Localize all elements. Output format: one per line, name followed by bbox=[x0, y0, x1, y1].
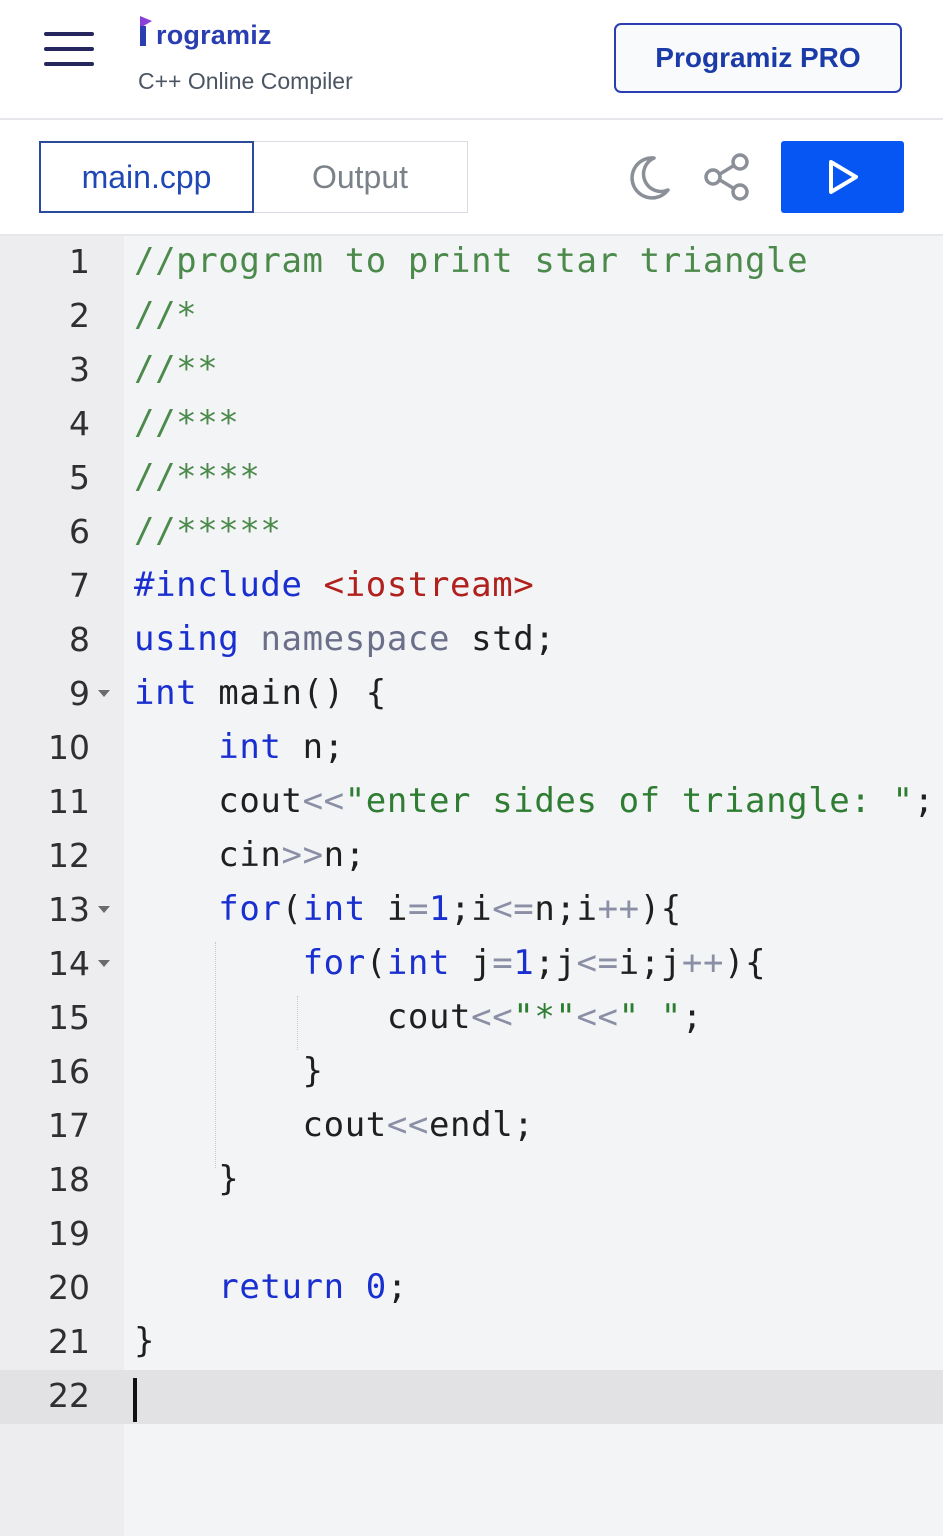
line-number: 13 bbox=[48, 890, 90, 929]
line-number: 16 bbox=[48, 1052, 90, 1091]
line-number: 8 bbox=[69, 620, 90, 659]
line-number: 19 bbox=[48, 1214, 90, 1253]
code-line[interactable]: 12 cin>>n; bbox=[0, 830, 943, 884]
play-icon bbox=[828, 160, 858, 194]
code-text: //**** bbox=[134, 457, 261, 497]
code-line[interactable]: 21} bbox=[0, 1316, 943, 1370]
line-number: 6 bbox=[69, 512, 90, 551]
code-line[interactable]: 8 using namespace std; bbox=[0, 614, 943, 668]
code-text: return 0; bbox=[218, 1267, 408, 1307]
code-line[interactable]: 6 //***** bbox=[0, 506, 943, 560]
fold-arrow-icon[interactable] bbox=[98, 960, 110, 967]
line-number: 22 bbox=[48, 1376, 90, 1415]
code-text: //** bbox=[134, 349, 219, 389]
code-text: int n; bbox=[218, 727, 345, 767]
code-text: } bbox=[134, 1321, 156, 1361]
line-number: 20 bbox=[48, 1268, 90, 1307]
code-text: } bbox=[134, 1051, 324, 1091]
top-bar: rogramiz C++ Online Compiler Programiz P… bbox=[0, 0, 943, 120]
fold-arrow-icon[interactable] bbox=[98, 906, 110, 913]
fold-arrow-icon[interactable] bbox=[98, 690, 110, 697]
line-number: 14 bbox=[48, 944, 90, 983]
line-number: 21 bbox=[48, 1322, 90, 1361]
code-line[interactable]: 4 //*** bbox=[0, 398, 943, 452]
code-line[interactable]: 18 } bbox=[0, 1154, 943, 1208]
moon-icon[interactable] bbox=[624, 150, 674, 204]
code-text: //*** bbox=[134, 403, 240, 443]
share-icon[interactable] bbox=[702, 150, 752, 204]
code-line[interactable]: 9 int main() { bbox=[0, 668, 943, 722]
line-number: 12 bbox=[48, 836, 90, 875]
code-line[interactable]: 19 bbox=[0, 1208, 943, 1262]
code-text: using namespace std; bbox=[134, 619, 556, 659]
code-line[interactable]: 16 } bbox=[0, 1046, 943, 1100]
code-editor[interactable]: 1 //program to print star triangle 2 //* 3 //… bbox=[0, 236, 943, 1536]
programiz-pro-button[interactable]: Programiz PRO bbox=[614, 23, 902, 93]
code-line[interactable]: 15 cout<<"*"<<" "; bbox=[0, 992, 943, 1046]
code-text: for(int j=1;j<=i;j++){ bbox=[302, 943, 767, 983]
code-text: //program to print star triangle bbox=[134, 241, 809, 281]
code-text: cout<<"*"<<" "; bbox=[134, 997, 703, 1037]
code-line[interactable]: 14 for(int j=1;j<=i;j++){ bbox=[0, 938, 943, 992]
line-number: 11 bbox=[48, 782, 90, 821]
text-cursor bbox=[133, 1378, 137, 1422]
tab-output[interactable]: Output bbox=[252, 141, 468, 213]
code-text: cout<<"enter sides of triangle: "; bbox=[134, 781, 935, 821]
code-line[interactable]: 11 cout<<"enter sides of triangle: "; bbox=[0, 776, 943, 830]
line-number: 17 bbox=[48, 1106, 90, 1145]
code-text: cout<<endl; bbox=[134, 1105, 535, 1145]
line-number: 4 bbox=[69, 404, 90, 443]
code-line[interactable]: 17 cout<<endl; bbox=[0, 1100, 943, 1154]
line-number: 2 bbox=[69, 296, 90, 335]
code-text: //* bbox=[134, 295, 198, 335]
code-text: } bbox=[134, 1159, 240, 1199]
code-line[interactable]: 22 bbox=[0, 1370, 943, 1424]
line-number: 7 bbox=[69, 566, 90, 605]
line-number: 5 bbox=[69, 458, 90, 497]
code-text: for(int i=1;i<=n;i++){ bbox=[218, 889, 682, 929]
line-number: 15 bbox=[48, 998, 90, 1037]
compiler-subtitle: C++ Online Compiler bbox=[138, 68, 353, 94]
code-line[interactable]: 2 //* bbox=[0, 290, 943, 344]
line-number: 10 bbox=[48, 728, 90, 767]
line-number: 1 bbox=[69, 242, 90, 281]
code-text: int main() { bbox=[134, 673, 387, 713]
code-line[interactable]: 1 //program to print star triangle bbox=[0, 236, 943, 290]
code-line[interactable]: 7 #include <iostream> bbox=[0, 560, 943, 614]
code-line[interactable]: 3 //** bbox=[0, 344, 943, 398]
brand-name: rogramiz bbox=[156, 20, 272, 50]
indent-guide bbox=[215, 942, 216, 1168]
line-number: 18 bbox=[48, 1160, 90, 1199]
programiz-logo-mark-icon bbox=[140, 16, 152, 46]
code-text: cin>>n; bbox=[134, 835, 366, 875]
code-line[interactable]: 13 for(int i=1;i<=n;i++){ bbox=[0, 884, 943, 938]
indent-guide bbox=[297, 996, 298, 1050]
tab-main-cpp[interactable]: main.cpp bbox=[39, 141, 254, 213]
code-line[interactable]: 20 return 0; bbox=[0, 1262, 943, 1316]
code-text: //***** bbox=[134, 511, 282, 551]
code-line[interactable]: 10 int n; bbox=[0, 722, 943, 776]
code-line[interactable]: 5 //**** bbox=[0, 452, 943, 506]
hamburger-menu-icon[interactable] bbox=[44, 32, 94, 68]
code-text: #include <iostream> bbox=[134, 565, 535, 605]
line-number: 3 bbox=[69, 350, 90, 389]
line-number: 9 bbox=[69, 674, 90, 713]
run-button[interactable] bbox=[781, 141, 904, 213]
